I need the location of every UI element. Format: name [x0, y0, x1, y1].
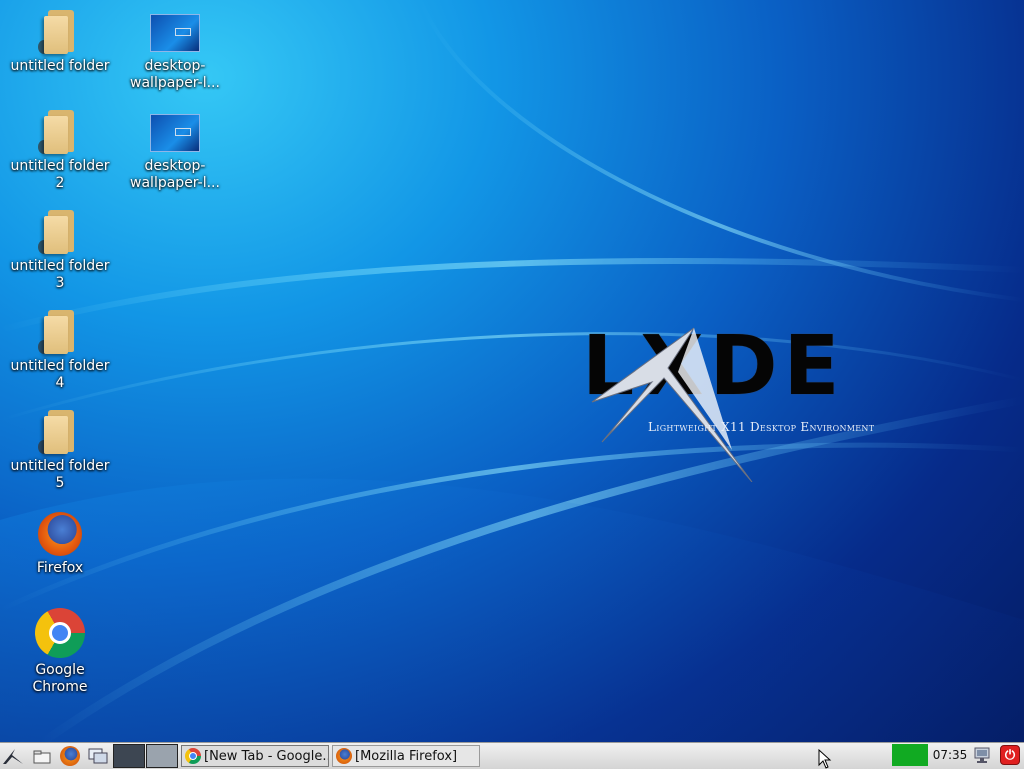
chrome-icon	[185, 748, 201, 764]
lxde-logo-subtitle: Lightweight X11 Desktop Environment	[648, 420, 875, 434]
lxde-menu-icon	[3, 749, 23, 764]
cpu-monitor[interactable]	[892, 744, 928, 766]
image-file-icon	[150, 114, 200, 152]
folder-icon	[33, 750, 51, 764]
desktop-icon-label: untitled folder 2	[10, 158, 110, 191]
taskbar: [New Tab - Google... [Mozilla Firefox]	[0, 742, 1024, 769]
desktop-icon-untitled-folder-5[interactable]: untitled folder 5	[5, 410, 115, 492]
folder-icon	[38, 410, 78, 454]
folder-icon	[38, 110, 78, 154]
menu-button[interactable]	[0, 744, 28, 768]
desktop-icon-untitled-folder[interactable]: untitled folder	[5, 10, 115, 75]
task-label: [Mozilla Firefox]	[355, 748, 458, 764]
desktop-icon-label: untitled folder 5	[10, 458, 110, 491]
windows-icon	[88, 748, 108, 764]
clock[interactable]: 07:35	[930, 744, 970, 766]
desktop-icon-label: untitled folder 4	[10, 358, 110, 391]
desktop-pager-2[interactable]	[146, 744, 178, 768]
folder-icon	[38, 10, 78, 54]
folder-icon	[38, 310, 78, 354]
desktop-icon-label: Google Chrome	[32, 662, 88, 695]
desktop-icon-untitled-folder-3[interactable]: untitled folder 3	[5, 210, 115, 292]
desktop-icon-untitled-folder-2[interactable]: untitled folder 2	[5, 110, 115, 192]
desktop-icon-google-chrome[interactable]: Google Chrome	[5, 608, 115, 696]
desktop-icon-wallpaper-2[interactable]: desktop- wallpaper-l...	[120, 114, 230, 192]
desktop-icon-wallpaper-1[interactable]: desktop- wallpaper-l...	[120, 14, 230, 92]
desktop-icon-label: Firefox	[36, 560, 84, 576]
firefox-launcher[interactable]	[56, 744, 84, 768]
desktop-icon-untitled-folder-4[interactable]: untitled folder 4	[5, 310, 115, 392]
firefox-icon	[336, 748, 352, 764]
lxde-logo-swoosh	[591, 327, 753, 482]
lxde-logo: LXDE Lightweight X11 Desktop Environment	[582, 322, 892, 482]
desktop-icon-label: untitled folder	[10, 58, 110, 74]
file-manager-launcher[interactable]	[28, 744, 56, 768]
image-file-icon	[150, 14, 200, 52]
desktop-icon-label: untitled folder 3	[10, 258, 110, 291]
folder-icon	[38, 210, 78, 254]
desktop-pager-1[interactable]	[113, 744, 145, 768]
desktop-icon-firefox[interactable]: Firefox	[5, 512, 115, 577]
task-chrome-new-tab[interactable]: [New Tab - Google...	[181, 745, 329, 767]
network-icon[interactable]	[972, 746, 992, 764]
power-icon[interactable]: ⏻	[1000, 745, 1020, 765]
chrome-icon	[35, 608, 85, 658]
mouse-pointer-icon	[818, 749, 832, 769]
desktop-icon-label: desktop- wallpaper-l...	[130, 58, 220, 91]
desktop-icon-label: desktop- wallpaper-l...	[130, 158, 220, 191]
firefox-icon	[60, 746, 80, 766]
task-label: [New Tab - Google...	[204, 748, 329, 764]
firefox-icon	[38, 512, 82, 556]
show-desktop-button[interactable]	[84, 744, 112, 768]
task-mozilla-firefox[interactable]: [Mozilla Firefox]	[332, 745, 480, 767]
